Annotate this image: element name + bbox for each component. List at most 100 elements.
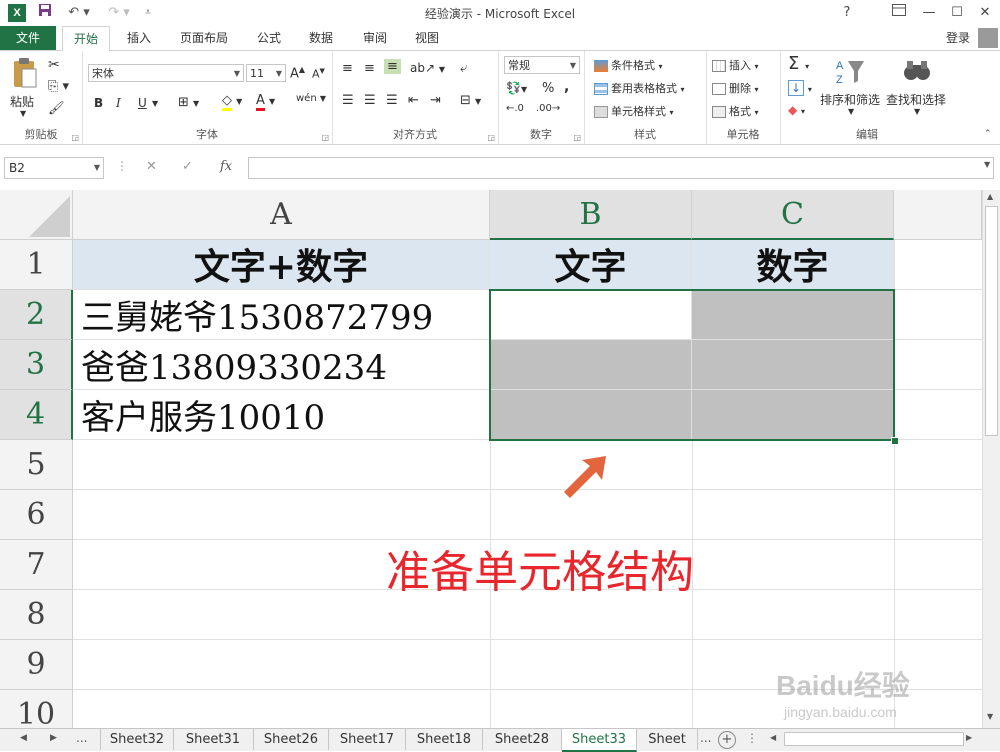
cell-c1[interactable]: 数字 [692, 240, 894, 290]
collapse-ribbon-icon[interactable]: ⌃ [984, 129, 992, 139]
tab-home[interactable]: 开始 [62, 26, 110, 52]
sheet-next-icon[interactable]: ▶ [50, 733, 57, 743]
row-header-5[interactable]: 5 [0, 440, 73, 490]
underline-dropdown-icon[interactable]: ▼ [152, 99, 158, 108]
font-name-select[interactable]: 宋体 ▼ [88, 64, 244, 82]
help-button[interactable]: ? [832, 2, 862, 24]
table-format-button[interactable]: 套用表格格式 ▾ [594, 80, 685, 96]
tab-file[interactable]: 文件 [0, 26, 56, 50]
number-launcher-icon[interactable]: ◲ [573, 133, 581, 142]
row-header-4[interactable]: 4 [0, 390, 73, 440]
paste-dropdown-icon[interactable]: ▼ [20, 109, 26, 118]
tab-review[interactable]: 审阅 [354, 26, 396, 50]
tab-formulas[interactable]: 公式 [248, 26, 290, 50]
decrease-decimal-icon[interactable]: .00→ [536, 103, 560, 114]
decrease-indent-icon[interactable]: ⇤ [408, 93, 419, 108]
worksheet-grid[interactable]: A B C 1 2 3 4 5 6 7 8 9 10 文字+数字 文字 数字 三… [0, 190, 982, 730]
find-select-icon[interactable] [902, 57, 932, 87]
expand-formula-bar-icon[interactable]: ▼ [984, 160, 990, 169]
sheet-tab[interactable]: Sheet31 [173, 729, 254, 750]
maximize-button[interactable]: ☐ [942, 2, 972, 24]
column-header-c[interactable]: C [692, 190, 894, 240]
name-box[interactable]: B2 ▼ [4, 157, 104, 179]
cancel-formula-icon[interactable]: ✕ [146, 159, 157, 174]
format-painter-icon[interactable]: 🖌 [48, 101, 65, 116]
paste-button-label[interactable]: 粘贴 [10, 93, 34, 110]
underline-button[interactable]: U [138, 96, 147, 110]
align-left-icon[interactable]: ☰ [342, 93, 354, 108]
row-header-3[interactable]: 3 [0, 340, 73, 390]
clear-icon[interactable]: ◆ ▾ [788, 103, 805, 117]
scroll-up-icon[interactable]: ▲ [987, 192, 993, 201]
font-color-icon[interactable]: A ▼ [256, 93, 275, 111]
sheet-prev-icon[interactable]: ◀ [20, 733, 27, 743]
wrap-text-icon[interactable]: ⤶ [460, 61, 467, 76]
sort-filter-icon[interactable]: AZ [834, 57, 868, 87]
sheet-tab[interactable]: Sheet32 [100, 729, 174, 750]
close-button[interactable]: ✕ [970, 2, 1000, 24]
column-header-b[interactable]: B [490, 190, 692, 240]
find-select-dropdown-icon[interactable]: ▼ [914, 107, 920, 116]
find-select-label[interactable]: 查找和选择 [886, 91, 946, 108]
number-format-select[interactable]: 常规 ▼ [504, 56, 580, 74]
sheet-tab[interactable]: Sheet17 [329, 729, 406, 750]
row-header-9[interactable]: 9 [0, 640, 73, 690]
row-header-6[interactable]: 6 [0, 490, 73, 540]
tab-view[interactable]: 视图 [406, 26, 448, 50]
hscroll-right-icon[interactable]: ▶ [966, 733, 972, 742]
sheet-tab[interactable]: Sheet18 [406, 729, 483, 750]
tab-data[interactable]: 数据 [300, 26, 342, 50]
cut-icon[interactable]: ✂ [48, 57, 60, 73]
bold-button[interactable]: B [94, 96, 103, 110]
sheet-more-button[interactable]: ... [76, 731, 87, 745]
comma-button[interactable]: , [564, 79, 569, 95]
cell-style-button[interactable]: 单元格样式 ▾ [594, 103, 674, 119]
avatar[interactable] [978, 28, 998, 48]
sheet-tab[interactable]: Sheet26 [254, 729, 329, 750]
row-header-8[interactable]: 8 [0, 590, 73, 640]
select-all-button[interactable] [0, 190, 73, 240]
row-header-2[interactable]: 2 [0, 290, 73, 340]
hscroll-left-icon[interactable]: ◀ [770, 733, 776, 742]
copy-icon[interactable]: ⎘ ▾ [48, 79, 69, 94]
align-middle-icon[interactable]: ≡ [364, 61, 375, 76]
sort-filter-label[interactable]: 排序和筛选 [820, 91, 880, 108]
percent-button[interactable]: % [542, 81, 554, 96]
cell-b1[interactable]: 文字 [490, 240, 692, 290]
column-header-d[interactable] [894, 190, 982, 240]
autosum-icon[interactable]: Σ ▾ [788, 53, 809, 74]
enter-formula-icon[interactable]: ✓ [182, 159, 193, 174]
font-size-select[interactable]: 11 ▼ [246, 64, 286, 82]
login-link[interactable]: 登录 [936, 26, 980, 50]
row-header-10[interactable]: 10 [0, 690, 73, 730]
insert-function-icon[interactable]: fx [220, 159, 232, 174]
horizontal-scrollbar[interactable] [784, 732, 964, 746]
insert-cells-button[interactable]: 插入 ▾ [712, 57, 759, 73]
fill-icon[interactable]: ↓ ▾ [788, 80, 812, 96]
sheet-tab-active[interactable]: Sheet33 [562, 729, 637, 752]
scroll-thumb[interactable] [985, 206, 998, 436]
row-header-7[interactable]: 7 [0, 540, 73, 590]
orientation-icon[interactable]: ab↗ ▼ [410, 61, 445, 75]
cell-a2[interactable]: 三舅姥爷1530872799 [73, 290, 490, 340]
cell-a4[interactable]: 客户服务10010 [73, 390, 490, 440]
format-cells-button[interactable]: 格式 ▾ [712, 103, 759, 119]
align-right-icon[interactable]: ☰ [386, 93, 398, 108]
tab-insert[interactable]: 插入 [118, 26, 160, 50]
ribbon-display-options-icon[interactable] [884, 2, 914, 24]
formula-input[interactable] [248, 157, 994, 179]
cell-a1[interactable]: 文字+数字 [73, 240, 490, 290]
increase-decimal-icon[interactable]: ←.0 [506, 103, 524, 114]
merge-center-icon[interactable]: ⊟ ▼ [460, 93, 481, 108]
hscroll-split-icon[interactable]: ⋮ [746, 731, 758, 745]
clipboard-launcher-icon[interactable]: ◲ [71, 133, 79, 142]
alignment-launcher-icon[interactable]: ◲ [487, 133, 495, 142]
border-icon[interactable]: ⊞ ▼ [178, 95, 199, 110]
column-header-a[interactable]: A [73, 190, 490, 240]
fill-color-icon[interactable]: ◇ ▼ [222, 93, 242, 111]
align-top-icon[interactable]: ≡ [342, 61, 353, 76]
sort-filter-dropdown-icon[interactable]: ▼ [848, 107, 854, 116]
paste-icon[interactable] [10, 57, 38, 91]
sheet-more-right-button[interactable]: ... [700, 731, 711, 745]
row-header-1[interactable]: 1 [0, 240, 73, 290]
